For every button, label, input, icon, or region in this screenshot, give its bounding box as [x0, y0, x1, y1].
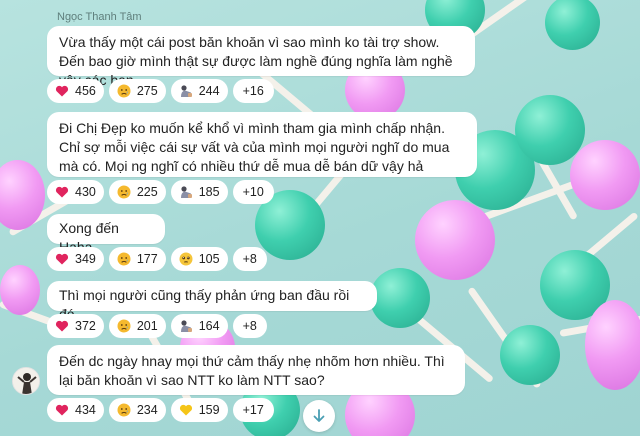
reaction-sad[interactable]: 275 — [108, 79, 166, 103]
reaction-bar: 372 201 164 +8 — [47, 314, 267, 338]
more-reactions-button[interactable]: +10 — [232, 180, 274, 204]
reaction-count: 177 — [136, 252, 158, 266]
reaction-heart[interactable]: 349 — [47, 247, 104, 271]
sad-face-icon — [117, 319, 131, 333]
reaction-count: 164 — [198, 319, 220, 333]
reaction-bow[interactable]: 185 — [170, 180, 228, 204]
message-bubble[interactable]: Đi Chị Đẹp ko muốn kể khổ vì mình tham g… — [47, 112, 477, 177]
bowing-person-icon — [179, 84, 193, 98]
reaction-bar: 349 177 105 +8 — [47, 247, 267, 271]
more-reactions-count: +8 — [242, 252, 257, 266]
reaction-sad[interactable]: 177 — [108, 247, 166, 271]
heart-icon — [55, 319, 69, 333]
sad-face-icon — [117, 84, 131, 98]
arrow-down-icon — [313, 409, 325, 422]
reaction-count: 201 — [136, 319, 158, 333]
reaction-sad[interactable]: 225 — [108, 180, 166, 204]
message-bubble[interactable]: Xong đến Haha — [47, 214, 165, 255]
reaction-count: 234 — [136, 403, 158, 417]
reaction-count: 244 — [198, 84, 220, 98]
more-reactions-count: +16 — [242, 84, 264, 98]
reaction-count: 185 — [198, 185, 220, 199]
reaction-bow[interactable]: 164 — [170, 314, 228, 338]
teary-face-icon — [179, 252, 193, 266]
heart-icon — [55, 185, 69, 199]
heart-icon — [55, 84, 69, 98]
reaction-count: 105 — [198, 252, 220, 266]
reaction-bar: 456 275 244 +16 — [47, 79, 274, 103]
reaction-heart[interactable]: 430 — [47, 180, 104, 204]
heart-icon — [55, 403, 69, 417]
more-reactions-button[interactable]: +8 — [232, 247, 267, 271]
reaction-bow[interactable]: 244 — [170, 79, 228, 103]
message-bubble[interactable]: Thì mọi người cũng thấy phản ứng ban đầu… — [47, 281, 377, 322]
more-reactions-count: +8 — [242, 319, 257, 333]
avatar[interactable] — [12, 367, 40, 395]
reaction-heart[interactable]: 434 — [47, 398, 104, 422]
reaction-bar: 430 225 185 +10 — [47, 180, 274, 204]
reaction-count: 159 — [198, 403, 220, 417]
more-reactions-button[interactable]: +16 — [232, 79, 274, 103]
more-reactions-count: +10 — [242, 185, 264, 199]
sad-face-icon — [117, 185, 131, 199]
yellow-heart-icon — [179, 403, 193, 417]
sad-face-icon — [117, 252, 131, 266]
reaction-bar: 434 234 159 +17 — [47, 398, 274, 422]
reaction-heart[interactable]: 372 — [47, 314, 104, 338]
reaction-teary[interactable]: 105 — [170, 247, 228, 271]
reaction-count: 456 — [75, 84, 96, 98]
reaction-heart[interactable]: 456 — [47, 79, 104, 103]
sender-name: Ngọc Thanh Tâm — [57, 11, 142, 23]
reaction-count: 434 — [75, 403, 96, 417]
bowing-person-icon — [179, 185, 193, 199]
message-text: Đi Chị Đẹp ko muốn kể khổ vì mình tham g… — [59, 120, 450, 174]
reaction-sad[interactable]: 234 — [108, 398, 166, 422]
message-bubble[interactable]: Đến dc ngày hnay mọi thứ cảm thấy nhẹ nh… — [47, 345, 465, 395]
more-reactions-button[interactable]: +8 — [232, 314, 267, 338]
bowing-person-icon — [179, 319, 193, 333]
heart-icon — [55, 252, 69, 266]
reaction-count: 225 — [136, 185, 158, 199]
more-reactions-count: +17 — [242, 403, 264, 417]
message-bubble[interactable]: Vừa thấy một cái post băn khoăn vì sao m… — [47, 26, 475, 88]
reaction-count: 275 — [136, 84, 158, 98]
reaction-count: 430 — [75, 185, 96, 199]
reaction-count: 349 — [75, 252, 96, 266]
message-text: Đến dc ngày hnay mọi thứ cảm thấy nhẹ nh… — [59, 353, 445, 388]
sad-face-icon — [117, 403, 131, 417]
scroll-to-bottom-button[interactable] — [303, 400, 335, 432]
reaction-yellow-heart[interactable]: 159 — [170, 398, 228, 422]
more-reactions-button[interactable]: +17 — [232, 398, 274, 422]
reaction-sad[interactable]: 201 — [108, 314, 166, 338]
reaction-count: 372 — [75, 319, 96, 333]
